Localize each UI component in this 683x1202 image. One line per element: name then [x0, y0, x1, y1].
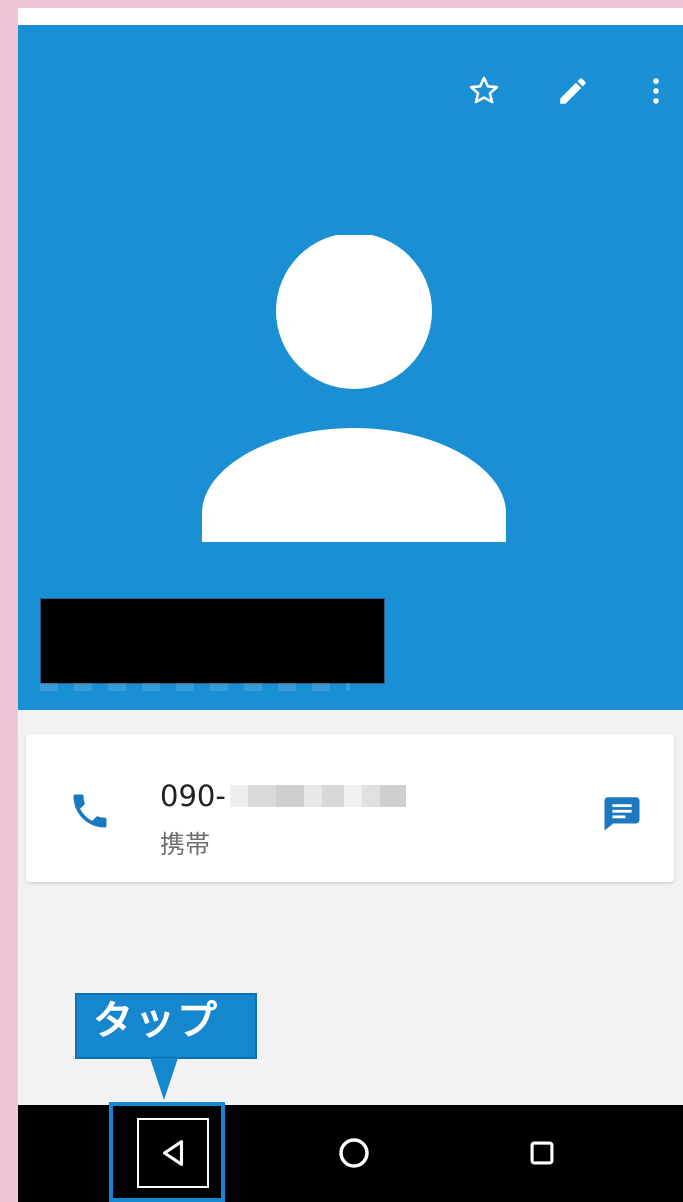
home-circle-icon — [339, 1138, 369, 1168]
redaction-artifact — [40, 683, 350, 691]
back-button[interactable] — [137, 1118, 209, 1188]
android-contact-screen: 090- 携帯 タップ — [18, 8, 683, 1202]
contact-name-redacted — [40, 598, 385, 684]
phone-number-card: 090- 携帯 — [26, 734, 674, 882]
more-vert-icon — [653, 78, 659, 104]
phone-number-row[interactable]: 090- — [160, 779, 406, 813]
phone-number-prefix: 090- — [160, 779, 226, 813]
status-bar — [18, 8, 683, 25]
tap-callout-pointer — [150, 1058, 178, 1100]
recents-button[interactable] — [512, 1123, 572, 1183]
star-outline-icon — [469, 76, 499, 104]
recents-square-icon — [530, 1141, 554, 1165]
favorite-button[interactable] — [466, 73, 502, 109]
tap-callout-label: タップ — [93, 998, 219, 1044]
back-triangle-icon — [162, 1140, 184, 1166]
pencil-icon — [560, 78, 586, 104]
more-options-button[interactable] — [638, 73, 674, 109]
phone-type-label: 携帯 — [160, 830, 211, 859]
contact-header — [18, 25, 683, 710]
tap-callout: タップ — [75, 993, 257, 1059]
home-button[interactable] — [324, 1123, 384, 1183]
person-avatar-icon — [202, 235, 506, 542]
message-icon[interactable] — [601, 792, 643, 834]
phone-number-mosaic — [229, 785, 406, 807]
edit-button[interactable] — [555, 73, 591, 109]
phone-icon[interactable] — [68, 789, 112, 833]
